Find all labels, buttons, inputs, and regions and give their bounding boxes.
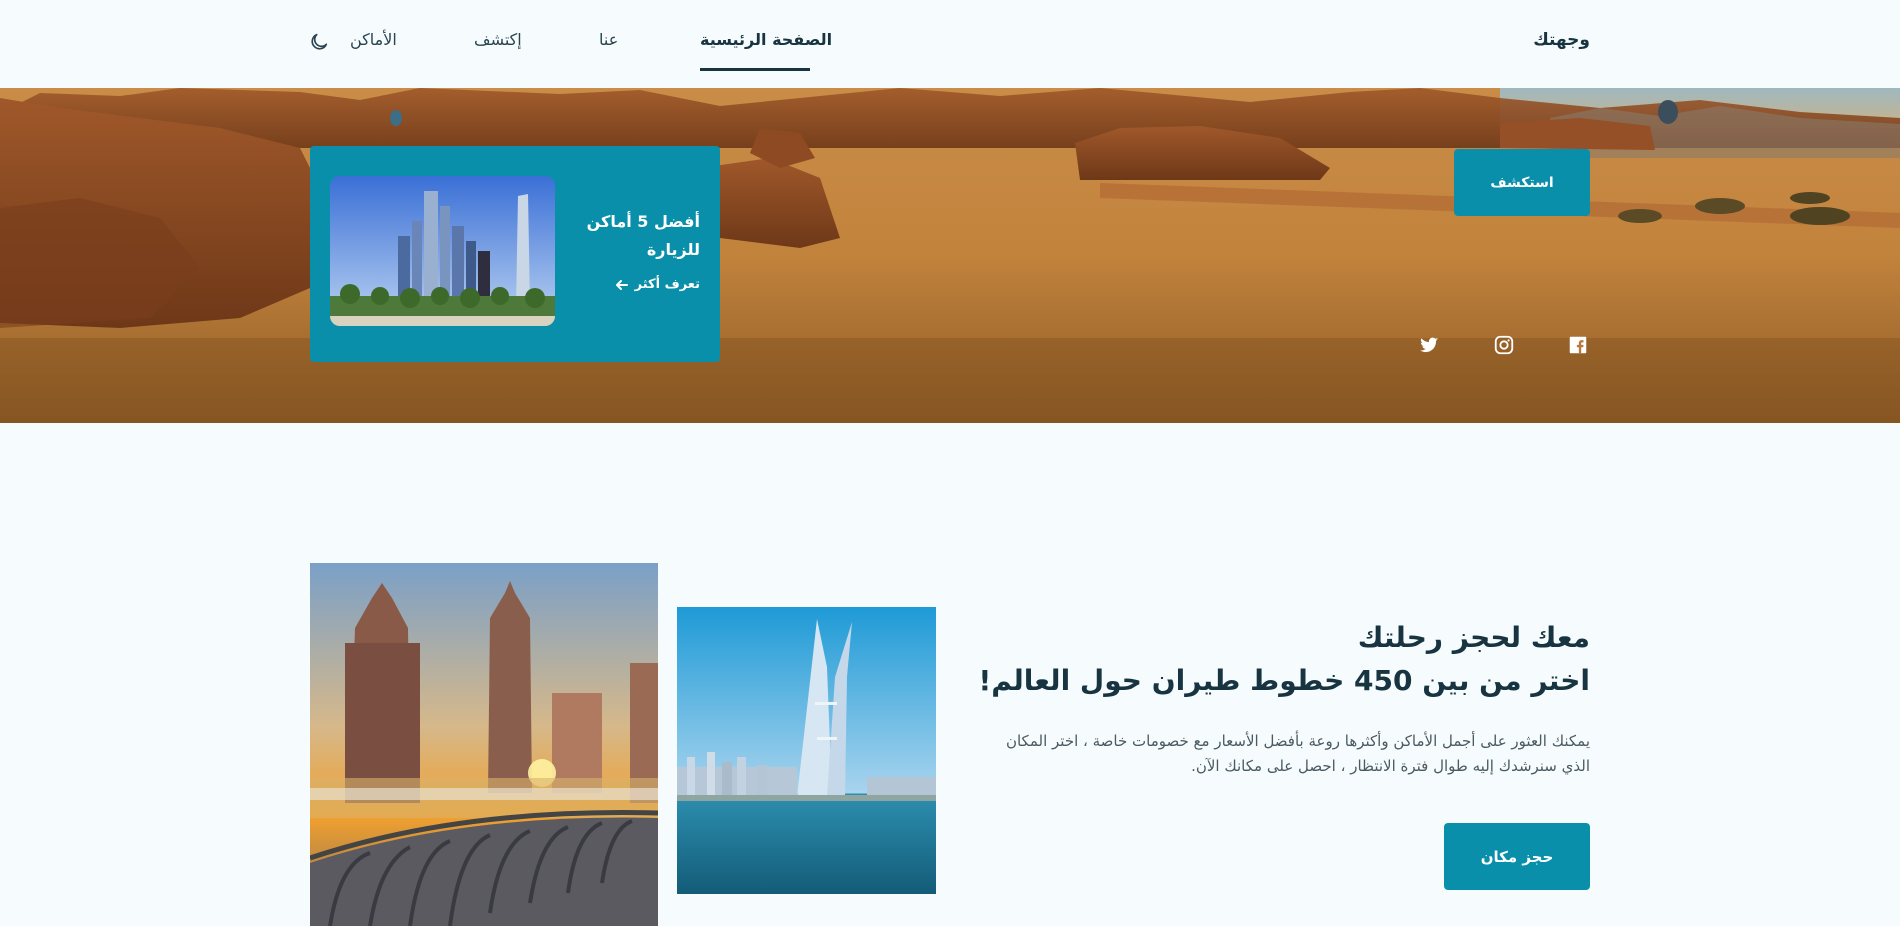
nav-about[interactable]: عنا — [599, 30, 618, 49]
twitter-icon[interactable] — [1418, 334, 1440, 356]
book-place-button[interactable]: حجز مكان — [1444, 823, 1590, 890]
dubai-marina-image — [310, 563, 658, 926]
booking-description: يمكنك العثور على أجمل الأماكن وأكثرها رو… — [1005, 732, 1590, 775]
nav-discover[interactable]: إكتشف — [474, 30, 522, 49]
booking-headline: معك لحجز رحلتك اختر من بين 450 خطوط طيرا… — [890, 616, 1591, 702]
explore-button[interactable]: استكشف — [1454, 149, 1590, 216]
nav-home[interactable]: الصفحة الرئيسية — [700, 30, 832, 49]
headline-line-1: معك لحجز رحلتك — [1357, 621, 1590, 654]
headline-line-2: اختر من بين 450 خطوط طيران حول العالم! — [978, 664, 1591, 697]
facebook-icon[interactable] — [1567, 334, 1589, 356]
brand-logo[interactable]: وجهتك — [1533, 30, 1590, 50]
learn-more-link[interactable]: تعرف أكثر — [615, 277, 700, 292]
moon-icon[interactable] — [308, 31, 330, 53]
site-header: وجهتك الصفحة الرئيسية عنا إكتشف الأماكن — [0, 0, 1900, 88]
hero-banner: أفضل 5 أماكن للزيارة تعرف أكثر استكشف — [0, 88, 1900, 423]
instagram-icon[interactable] — [1493, 334, 1515, 356]
nav-places[interactable]: الأماكن — [350, 30, 397, 49]
learn-more-label: تعرف أكثر — [634, 277, 700, 292]
arrow-left-icon — [615, 279, 628, 290]
desert-landscape-image — [0, 88, 1900, 423]
featured-places-card: أفضل 5 أماكن للزيارة تعرف أكثر — [310, 146, 720, 362]
featured-card-title: أفضل 5 أماكن للزيارة — [586, 212, 700, 259]
dubai-skyline-thumbnail[interactable] — [330, 176, 555, 326]
nav-active-indicator — [700, 68, 810, 71]
